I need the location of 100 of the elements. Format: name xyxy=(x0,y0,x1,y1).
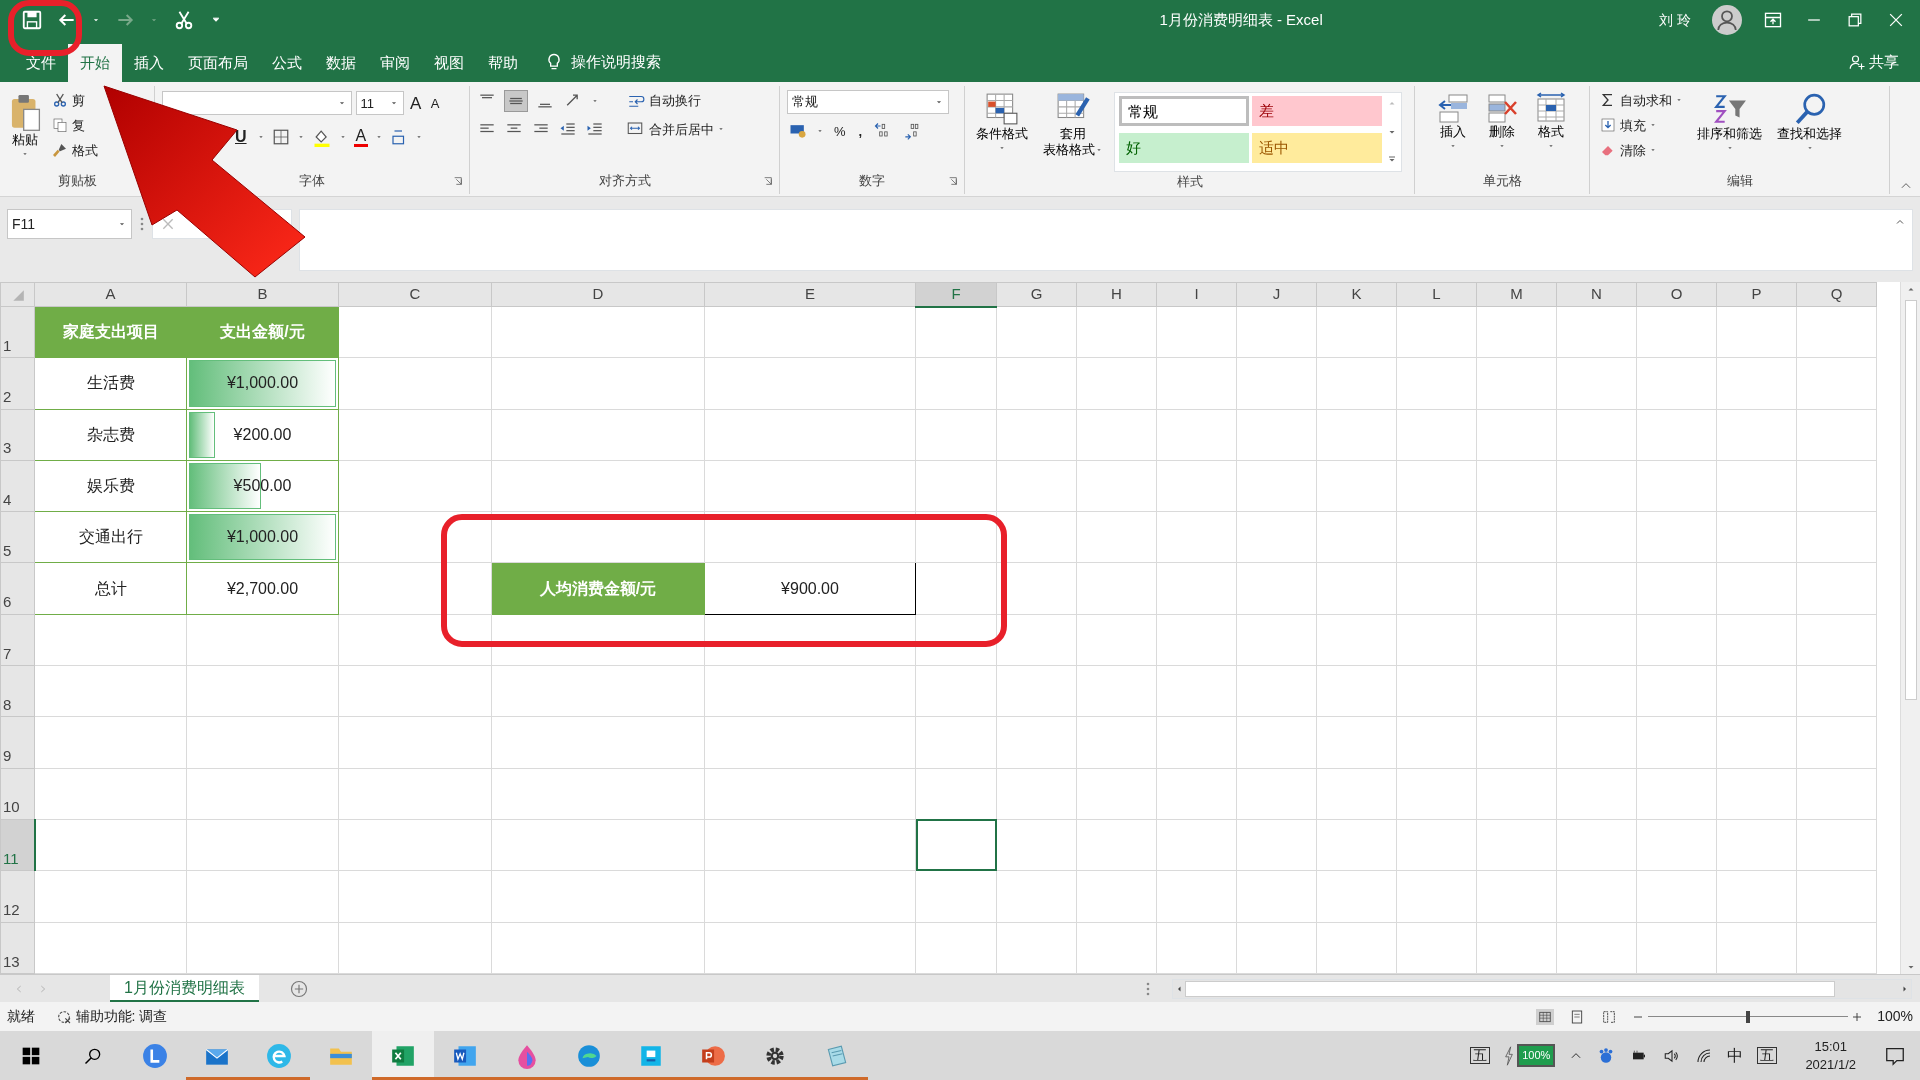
copy-button[interactable]: 复 xyxy=(49,114,101,136)
scrollbar-thumb[interactable] xyxy=(1904,300,1917,700)
clock[interactable]: 15:01 2021/1/2 xyxy=(1805,1037,1856,1074)
row-header[interactable]: 6 xyxy=(0,563,35,615)
cut-button[interactable]: 剪 xyxy=(49,89,101,111)
delete-button[interactable]: 删除 xyxy=(1481,89,1523,171)
column-header[interactable]: A xyxy=(34,282,187,307)
column-header[interactable]: M xyxy=(1476,282,1557,307)
column-header[interactable]: L xyxy=(1396,282,1477,307)
column-header[interactable]: C xyxy=(338,282,492,307)
ribbon-tab[interactable]: 视图 xyxy=(422,44,476,82)
column-header[interactable]: K xyxy=(1316,282,1397,307)
merge-center-button[interactable]: 合并后居中 xyxy=(622,118,728,140)
vertical-scrollbar[interactable] xyxy=(1900,282,1920,974)
row-header[interactable]: 3 xyxy=(0,409,35,461)
selected-cell[interactable] xyxy=(915,819,997,871)
column-header[interactable]: B xyxy=(186,282,339,307)
taskbar-app-button[interactable] xyxy=(372,1031,434,1080)
share-person-icon[interactable] xyxy=(1847,53,1866,72)
battery-indicator[interactable]: 100% xyxy=(1517,1044,1556,1067)
normal-view-icon[interactable] xyxy=(1536,1008,1555,1025)
horizontal-scrollbar[interactable] xyxy=(1172,978,1912,999)
scissors-icon[interactable] xyxy=(173,9,195,31)
find-select-button[interactable]: 查找和选择 xyxy=(1773,89,1846,171)
fill-button[interactable]: 填充 xyxy=(1597,114,1686,136)
zoom-slider-thumb[interactable] xyxy=(1745,1010,1750,1023)
ribbon-tab[interactable]: 帮助 xyxy=(476,44,530,82)
row-header[interactable]: 8 xyxy=(0,665,35,717)
row-header[interactable]: 12 xyxy=(0,870,35,923)
accessibility-status[interactable]: 辅助功能: 调查 xyxy=(75,1006,168,1027)
paste-button[interactable]: 粘贴 xyxy=(3,89,46,171)
conditional-format-button[interactable]: 条件格式 xyxy=(972,89,1032,172)
dialog-launcher-icon[interactable] xyxy=(763,176,773,186)
sort-filter-button[interactable]: 排序和筛选 xyxy=(1693,89,1766,171)
cell-style-option[interactable]: 差 xyxy=(1252,96,1382,126)
column-header[interactable]: P xyxy=(1716,282,1797,307)
accessibility-icon[interactable] xyxy=(56,1008,72,1025)
middle-align-icon[interactable] xyxy=(504,89,528,112)
ribbon-tab[interactable]: 插入 xyxy=(122,44,176,82)
row-header[interactable]: 11 xyxy=(0,819,35,871)
column-header[interactable]: N xyxy=(1556,282,1637,307)
column-header[interactable]: F xyxy=(915,282,997,307)
row-header[interactable]: 9 xyxy=(0,716,35,769)
font-size-field[interactable]: 11 xyxy=(355,91,404,116)
sheet-tab[interactable]: 1月份消费明细表 xyxy=(110,975,259,1002)
ime-mode-indicator[interactable]: 五 xyxy=(1469,1046,1490,1065)
avatar-icon[interactable] xyxy=(1712,5,1742,35)
row-header[interactable]: 5 xyxy=(0,511,35,563)
ribbon-tab[interactable]: 审阅 xyxy=(368,44,422,82)
underline-button[interactable]: U xyxy=(232,124,250,150)
dialog-launcher-icon[interactable] xyxy=(948,176,958,186)
column-header[interactable]: O xyxy=(1636,282,1717,307)
zoom-slider[interactable] xyxy=(1647,1009,1848,1024)
splitter-dots-icon[interactable] xyxy=(139,215,145,233)
row-header[interactable]: 4 xyxy=(0,460,35,512)
tell-me-search[interactable]: 操作说明搜索 xyxy=(571,51,661,74)
insert-button[interactable]: 插入 xyxy=(1432,89,1474,171)
column-header[interactable]: I xyxy=(1156,282,1237,307)
column-header[interactable]: G xyxy=(996,282,1077,307)
wrap-text-button[interactable]: 自动换行 xyxy=(624,89,704,112)
format-button[interactable]: 格式 xyxy=(1530,89,1572,171)
column-header[interactable]: H xyxy=(1076,282,1157,307)
row-header[interactable]: 7 xyxy=(0,614,35,666)
column-header[interactable]: Q xyxy=(1796,282,1877,307)
name-box[interactable]: F11 xyxy=(7,209,132,239)
borders-icon[interactable] xyxy=(271,128,290,146)
autosum-button[interactable]: 自动求和 xyxy=(1597,89,1686,111)
cell-style-option[interactable]: 适中 xyxy=(1252,133,1382,164)
ime-mode-indicator[interactable]: 五 xyxy=(1757,1046,1778,1065)
add-sheet-icon[interactable] xyxy=(288,978,309,999)
zoom-level[interactable]: 100% xyxy=(1877,1006,1913,1027)
share-link[interactable]: 共享 xyxy=(1869,51,1899,74)
input-language[interactable]: 中 xyxy=(1727,1043,1744,1068)
dialog-launcher-icon[interactable] xyxy=(453,176,463,186)
shrink-font-button[interactable]: A xyxy=(427,92,443,114)
ribbon-display-icon[interactable] xyxy=(1763,10,1783,30)
column-header[interactable]: D xyxy=(491,282,705,307)
save-icon[interactable] xyxy=(21,9,43,31)
ribbon-tab[interactable]: 文件 xyxy=(14,44,68,82)
font-color-button[interactable]: A xyxy=(353,126,369,148)
grow-font-button[interactable]: A xyxy=(407,89,425,117)
cell-style-option[interactable]: 好 xyxy=(1118,133,1249,164)
ribbon-tab[interactable]: 开始 xyxy=(68,44,122,82)
row-header[interactable]: 1 xyxy=(0,306,35,358)
format-as-table-button[interactable]: 套用 表格格式 xyxy=(1039,89,1107,172)
clear-button[interactable]: 清除 xyxy=(1597,139,1686,161)
formula-input[interactable] xyxy=(299,209,1913,271)
cell-style-option[interactable]: 常规 xyxy=(1118,96,1249,126)
number-format-field[interactable]: 常规 xyxy=(787,89,949,114)
row-header[interactable]: 2 xyxy=(0,357,35,410)
font-name-field[interactable] xyxy=(162,91,352,116)
format-painter-button[interactable]: 格式 xyxy=(49,139,101,161)
ribbon-tab[interactable]: 公式 xyxy=(260,44,314,82)
column-header[interactable]: J xyxy=(1236,282,1317,307)
zoom-in-icon[interactable] xyxy=(1851,1010,1864,1023)
scrollbar-thumb[interactable] xyxy=(1185,980,1835,997)
ribbon-tab[interactable]: 页面布局 xyxy=(176,44,260,82)
cancel-icon[interactable] xyxy=(160,216,176,232)
ribbon-tab[interactable]: 数据 xyxy=(314,44,368,82)
row-header[interactable]: 13 xyxy=(0,922,35,974)
